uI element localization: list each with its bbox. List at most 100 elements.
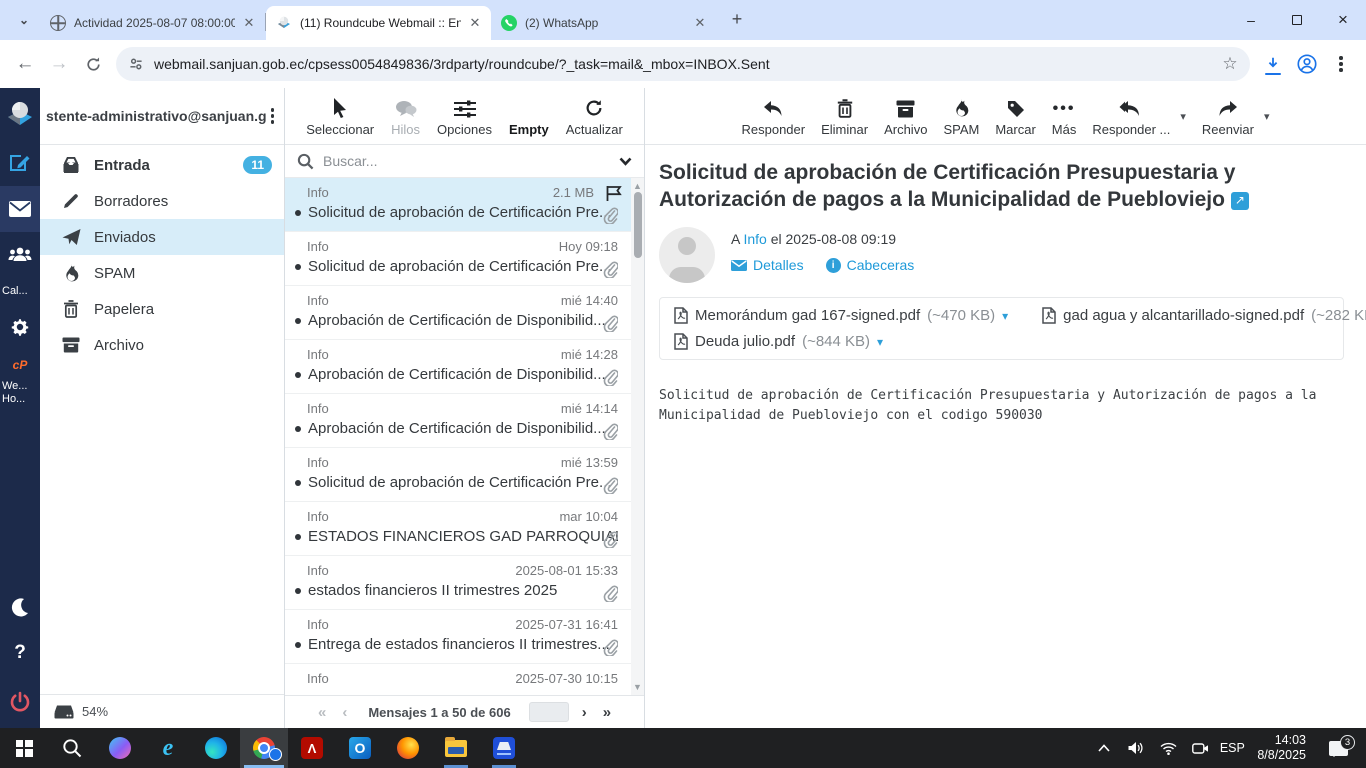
rail-calendar-label[interactable]: Cal...	[0, 278, 40, 304]
attachment-item[interactable]: Memorándum gad 167-signed.pdf (~470 KB) …	[674, 307, 1008, 324]
rail-contacts-button[interactable]	[0, 232, 40, 278]
page-input[interactable]	[528, 702, 569, 722]
outlook-button[interactable]: O	[336, 728, 384, 768]
profile-button[interactable]	[1290, 47, 1324, 81]
reply-button[interactable]: Responder	[742, 96, 805, 137]
notification-center-button[interactable]: 3	[1316, 734, 1360, 757]
flag-icon[interactable]	[606, 186, 622, 201]
mark-button[interactable]: Marcar	[995, 96, 1036, 137]
rail-settings-button[interactable]	[0, 304, 40, 350]
folder-enviados[interactable]: Enviados	[40, 219, 284, 255]
folder-spam[interactable]: SPAM	[40, 255, 284, 291]
list-scrollbar[interactable]: ▲ ▼	[631, 178, 644, 695]
message-row[interactable]: Info 2.1 MB Solicitud de aprobación de Ce…	[285, 178, 644, 232]
options-button[interactable]: Opciones	[437, 96, 492, 137]
edge-button[interactable]	[192, 728, 240, 768]
last-page-icon[interactable]: »	[600, 704, 614, 721]
message-row[interactable]: Info mar 10:04 ESTADOS FINANCIEROS GAD PA…	[285, 502, 644, 556]
language-indicator[interactable]: ESP	[1217, 741, 1247, 755]
folder-options-icon[interactable]	[267, 104, 279, 128]
new-tab-icon[interactable]: +	[724, 6, 750, 32]
first-page-icon[interactable]: «	[315, 704, 329, 721]
message-row[interactable]: Info 2025-07-31 16:41 Entrega de estados …	[285, 610, 644, 664]
scroll-down-icon[interactable]: ▼	[631, 681, 644, 693]
start-button[interactable]	[0, 728, 48, 768]
tab-close-icon[interactable]: ✕	[467, 15, 483, 31]
url-text[interactable]: webmail.sanjuan.gob.ec/cpsess0054849836/…	[154, 56, 1216, 72]
more-button[interactable]: ••• Más	[1052, 96, 1077, 137]
restore-button[interactable]	[1274, 0, 1320, 40]
scroll-up-icon[interactable]: ▲	[631, 180, 644, 192]
site-settings-icon[interactable]	[128, 56, 144, 72]
folder-papelera[interactable]: Papelera	[40, 291, 284, 327]
select-button[interactable]: Seleccionar	[306, 96, 374, 137]
tab-roundcube[interactable]: (11) Roundcube Webmail :: Envi ✕	[266, 6, 491, 40]
folder-archivo[interactable]: Archivo	[40, 327, 284, 363]
search-input[interactable]	[323, 153, 610, 169]
reload-button[interactable]	[76, 47, 110, 81]
attachment-menu-caret-icon[interactable]: ▾	[877, 335, 883, 349]
forward-button[interactable]: Reenviar	[1202, 96, 1254, 137]
chrome-button[interactable]	[240, 728, 288, 768]
attachment-menu-caret-icon[interactable]: ▾	[1002, 309, 1008, 323]
archive-button[interactable]: Archivo	[884, 96, 927, 137]
tab-search-icon[interactable]: ⌄	[10, 6, 38, 34]
scrollbar-thumb[interactable]	[633, 192, 642, 258]
rail-cpanel-logo[interactable]: cP	[0, 350, 40, 380]
rail-compose-button[interactable]	[0, 140, 40, 186]
message-row[interactable]: Info Hoy 09:18 Solicitud de aprobación de…	[285, 232, 644, 286]
threads-button[interactable]: Hilos	[391, 96, 420, 137]
forward-caret-icon[interactable]: ▾	[1264, 110, 1270, 137]
message-row[interactable]: Info 2025-08-01 15:33 estados financieros…	[285, 556, 644, 610]
rail-darkmode-button[interactable]	[0, 584, 40, 630]
address-bar[interactable]: webmail.sanjuan.gob.ec/cpsess0054849836/…	[116, 47, 1250, 81]
firefox-button[interactable]	[384, 728, 432, 768]
internet-explorer-button[interactable]: e	[144, 728, 192, 768]
scanner-app-button[interactable]	[480, 728, 528, 768]
acrobat-button[interactable]: Λ	[288, 728, 336, 768]
rail-mail-button[interactable]	[0, 186, 40, 232]
attachment-item[interactable]: gad agua y alcantarillado-signed.pdf (~2…	[1042, 307, 1366, 324]
next-page-icon[interactable]: ›	[579, 704, 590, 721]
folder-borradores[interactable]: Borradores	[40, 183, 284, 219]
tab-close-icon[interactable]: ✕	[241, 15, 257, 31]
clock[interactable]: 14:03 8/8/2025	[1249, 733, 1314, 763]
reply-all-caret-icon[interactable]: ▾	[1180, 110, 1186, 137]
reply-all-button[interactable]: Responder ...	[1092, 96, 1170, 137]
refresh-button[interactable]: Actualizar	[566, 96, 623, 137]
message-row[interactable]: Info mié 13:59 Solicitud de aprobación de…	[285, 448, 644, 502]
downloads-button[interactable]	[1256, 47, 1290, 81]
tab-actividad[interactable]: Actividad 2025-08-07 08:00:00 ✕	[40, 6, 265, 40]
meet-now-icon[interactable]	[1185, 742, 1215, 755]
bookmark-star-icon[interactable]: ☆	[1216, 50, 1244, 78]
taskbar-search-button[interactable]	[48, 728, 96, 768]
recipient-link[interactable]: Info	[743, 231, 766, 247]
rail-logout-button[interactable]	[0, 676, 40, 728]
rail-webmail-home-label[interactable]: We... Ho...	[0, 380, 40, 414]
search-options-chevron-icon[interactable]	[619, 157, 632, 166]
folder-entrada[interactable]: Entrada 11	[40, 147, 284, 183]
open-in-new-window-icon[interactable]: ↗	[1230, 191, 1249, 210]
rail-help-button[interactable]: ?	[0, 630, 40, 676]
tab-whatsapp[interactable]: (2) WhatsApp ✕	[491, 6, 716, 40]
prev-page-icon[interactable]: ‹	[339, 704, 350, 721]
wifi-icon[interactable]	[1153, 742, 1183, 755]
minimize-button[interactable]: –	[1228, 0, 1274, 40]
headers-link[interactable]: i Cabeceras	[825, 257, 914, 273]
tab-close-icon[interactable]: ✕	[692, 15, 708, 31]
delete-button[interactable]: Eliminar	[821, 96, 868, 137]
message-row[interactable]: Info mié 14:14 Aprobación de Certificació…	[285, 394, 644, 448]
copilot-button[interactable]	[96, 728, 144, 768]
back-button[interactable]: ←	[8, 47, 42, 81]
browser-menu-icon[interactable]	[1324, 47, 1358, 81]
spam-button[interactable]: SPAM	[943, 96, 979, 137]
close-button[interactable]: ×	[1320, 0, 1366, 40]
message-row[interactable]: Info mié 14:28 Aprobación de Certificació…	[285, 340, 644, 394]
tray-expand-icon[interactable]	[1089, 744, 1119, 752]
file-explorer-button[interactable]	[432, 728, 480, 768]
attachment-item[interactable]: Deuda julio.pdf (~844 KB) ▾	[674, 333, 883, 350]
forward-button[interactable]: →	[42, 47, 76, 81]
details-link[interactable]: Detalles	[731, 257, 804, 273]
empty-button[interactable]: Empty	[509, 96, 549, 137]
message-row[interactable]: Info mié 14:40 Aprobación de Certificació…	[285, 286, 644, 340]
